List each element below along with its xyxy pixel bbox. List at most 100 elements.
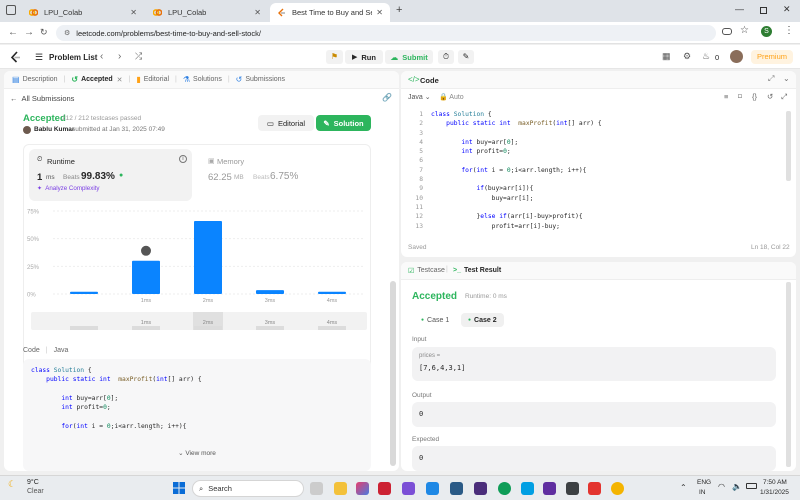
bookmark-icon[interactable]: ⌑ (738, 92, 742, 101)
all-submissions-link[interactable]: ← All Submissions (10, 94, 74, 103)
battery-icon[interactable] (746, 483, 757, 489)
problem-list-link[interactable]: Problem List (49, 53, 97, 62)
tab-solutions[interactable]: ⚗ Solutions (183, 75, 222, 84)
taskbar-search[interactable]: ⌕ Search (192, 480, 304, 497)
tab-test-result[interactable]: >_ Test Result (453, 267, 501, 274)
browser-tab-3[interactable]: Best Time to Buy and Sell Stock ✕ (270, 3, 390, 22)
volume-icon[interactable]: 🔈 (732, 482, 742, 491)
timer-icon[interactable]: ⏱ (438, 50, 454, 64)
tray-chevron-icon[interactable]: ⌃ (680, 483, 687, 492)
back-icon[interactable]: ← (8, 27, 18, 38)
tab-submissions[interactable]: ↺ Submissions (236, 75, 285, 84)
streak-fire-icon[interactable]: ♨ (702, 51, 710, 62)
app-icon[interactable] (474, 482, 487, 495)
close-icon[interactable]: ✕ (376, 8, 383, 17)
file-explorer-icon[interactable] (334, 482, 347, 495)
memory-box[interactable]: ▣ Memory 62.25 MB Beats 6.75% (204, 149, 364, 201)
runtime-value: 1 (37, 172, 43, 183)
share-link-icon[interactable]: 🔗 (382, 93, 392, 102)
profile-avatar[interactable]: S (761, 26, 772, 37)
format-icon[interactable]: ≡ (724, 92, 728, 101)
weather-temp[interactable]: 9°C (27, 479, 39, 486)
url-field[interactable]: ⚙ leetcode.com/problems/best-time-to-buy… (56, 25, 716, 41)
app-icon[interactable] (450, 482, 463, 495)
tab-testcase[interactable]: ☑ Testcase (408, 267, 445, 275)
clock-time[interactable]: 7:50 AM (763, 479, 787, 486)
debug-icon[interactable]: ⚑ (326, 50, 343, 64)
wifi-icon[interactable]: ◠ (718, 482, 725, 491)
auto-mode-toggle[interactable]: 🔒 Auto (439, 93, 464, 101)
close-icon[interactable]: ✕ (254, 8, 261, 17)
chart-bar[interactable] (132, 260, 160, 294)
forward-icon[interactable]: → (24, 27, 34, 38)
input-language[interactable]: ENG (697, 479, 711, 486)
browser-tab-1[interactable]: LPU_Colab ✕ (22, 3, 144, 22)
submitter-name[interactable]: Bablu Kumar (34, 126, 74, 133)
expand-icon[interactable]: ⤢ (768, 74, 774, 84)
app-icon[interactable] (543, 482, 556, 495)
app-icon[interactable] (588, 482, 601, 495)
chart-bar[interactable] (194, 220, 222, 294)
new-tab-icon[interactable]: + (396, 4, 402, 16)
app-icon[interactable] (521, 482, 534, 495)
user-avatar[interactable] (730, 50, 743, 63)
chart-bar[interactable] (318, 291, 346, 294)
pass-dot-icon: ● (468, 317, 472, 323)
app-icon[interactable] (378, 482, 391, 495)
site-info-icon[interactable]: ⚙ (64, 29, 70, 37)
browser-tab-2[interactable]: LPU_Colab ✕ (146, 3, 268, 22)
premium-button[interactable]: Premium (751, 50, 793, 64)
tracking-icon[interactable] (722, 28, 732, 35)
tab-list-icon[interactable] (6, 5, 16, 15)
editorial-button[interactable]: ▭ Editorial (258, 115, 314, 131)
shuffle-icon[interactable]: ⤮ (135, 51, 142, 62)
tab-description[interactable]: ▤ Description (12, 75, 58, 84)
edge-icon[interactable] (498, 482, 511, 495)
copilot-icon[interactable] (356, 482, 369, 495)
reload-icon[interactable]: ↻ (40, 27, 48, 38)
minimize-icon[interactable]: — (735, 4, 744, 14)
teams-icon[interactable] (402, 482, 415, 495)
leetcode-logo[interactable] (10, 51, 21, 64)
fullscreen-icon[interactable]: ⤢ (781, 92, 787, 102)
list-icon[interactable]: ☰ (35, 52, 43, 63)
vscode-icon[interactable] (426, 482, 439, 495)
notes-icon[interactable]: ✎ (458, 50, 474, 64)
reset-icon[interactable]: ↺ (767, 92, 773, 101)
close-icon[interactable]: ✕ (130, 8, 137, 17)
app-icon[interactable] (566, 482, 579, 495)
bookmark-star-icon[interactable]: ☆ (740, 25, 749, 36)
settings-gear-icon[interactable]: ⚙ (683, 51, 691, 62)
runtime-box[interactable]: ⏲ Runtime i 1 ms Beats 99.83% ● ✦ Analyze… (29, 149, 192, 201)
braces-icon[interactable]: {} (752, 92, 757, 101)
layout-icon[interactable]: ▦ (662, 51, 671, 62)
analyze-complexity-link[interactable]: ✦ Analyze Complexity (37, 185, 100, 192)
editor-scrollbar[interactable] (786, 111, 791, 181)
case-1-tab[interactable]: ● Case 1 (414, 313, 456, 327)
run-button[interactable]: ▶ Run (345, 50, 383, 64)
chart-bar[interactable] (256, 290, 284, 294)
view-more-button[interactable]: ⌄ View more (23, 449, 371, 457)
prev-problem-icon[interactable]: ‹ (100, 51, 103, 62)
windows-start-icon[interactable] (173, 482, 185, 494)
submit-button[interactable]: ☁ Submit (385, 50, 433, 64)
window-close-icon[interactable]: ✕ (783, 4, 791, 15)
tab-accepted[interactable]: ↺ Accepted ✕ (71, 75, 122, 84)
editor-code-area[interactable]: 1 2 3 4 5 6 7 8 9 10 11 12 13 class Solution { publi… (401, 105, 796, 235)
info-icon[interactable]: i (179, 155, 187, 163)
maximize-icon[interactable] (760, 7, 767, 14)
solution-button[interactable]: ✎ Solution (316, 115, 371, 131)
next-problem-icon[interactable]: › (118, 51, 121, 62)
task-view-icon[interactable] (310, 482, 323, 495)
chrome-icon[interactable] (611, 482, 624, 495)
browser-menu-icon[interactable]: ⋮ (784, 25, 794, 36)
chart-bar[interactable] (70, 291, 98, 294)
language-select[interactable]: Java ⌄ (408, 93, 431, 101)
result-scrollbar[interactable] (786, 282, 791, 467)
minimize-panel-icon[interactable]: ⌄ (783, 74, 790, 83)
case-2-tab[interactable]: ● Case 2 (461, 313, 504, 327)
tab-editorial[interactable]: ▮ Editorial (136, 75, 169, 84)
scrollbar-thumb[interactable] (390, 281, 396, 466)
close-tab-icon[interactable]: ✕ (117, 76, 123, 84)
line-number: 12 (415, 213, 423, 221)
